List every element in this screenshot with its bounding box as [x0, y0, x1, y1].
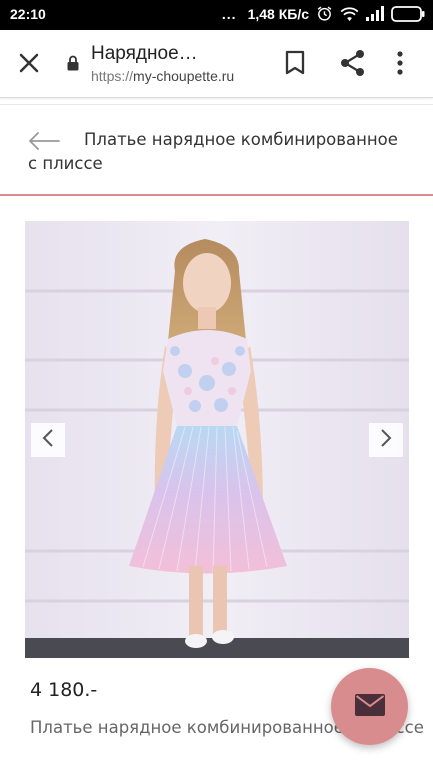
more-vert-icon[interactable] — [396, 50, 404, 80]
product-photo — [25, 221, 409, 658]
contact-fab-button[interactable] — [331, 668, 408, 745]
url-host: my-choupette.ru — [133, 68, 235, 84]
gallery-next-button[interactable] — [369, 423, 403, 457]
wifi-icon — [340, 6, 359, 22]
share-icon[interactable] — [340, 49, 366, 81]
status-bar: 22:10 ... 1,48 КБ/с — [0, 0, 433, 30]
signal-icon — [366, 6, 384, 21]
bookmark-icon[interactable] — [284, 50, 306, 80]
mail-icon — [354, 693, 385, 720]
status-notification-dots: ... — [221, 5, 237, 22]
status-indicators: ... 1,48 КБ/с — [222, 5, 425, 22]
browser-toolbar: Нарядное… https://my-choupette.ru — [0, 30, 433, 98]
divider — [0, 104, 433, 105]
tab-title: Нарядное… — [91, 43, 198, 64]
product-price: 4 180.- — [30, 679, 98, 701]
page-header: Платье нарядное комбинированное с плиссе — [0, 110, 433, 196]
page-url[interactable]: https://my-choupette.ru — [91, 68, 234, 84]
page-title: Платье нарядное комбинированное с плиссе — [28, 130, 398, 173]
chevron-right-icon — [380, 428, 392, 452]
status-network-speed: 1,48 КБ/с — [247, 5, 309, 22]
status-time: 22:10 — [10, 6, 46, 22]
lock-icon — [67, 55, 79, 75]
chevron-left-icon — [42, 428, 54, 452]
gallery-prev-button[interactable] — [31, 423, 65, 457]
url-scheme: https:// — [91, 68, 134, 84]
battery-icon — [391, 5, 425, 22]
close-icon[interactable] — [16, 50, 42, 76]
alarm-icon — [316, 5, 333, 22]
product-gallery[interactable] — [25, 221, 409, 658]
